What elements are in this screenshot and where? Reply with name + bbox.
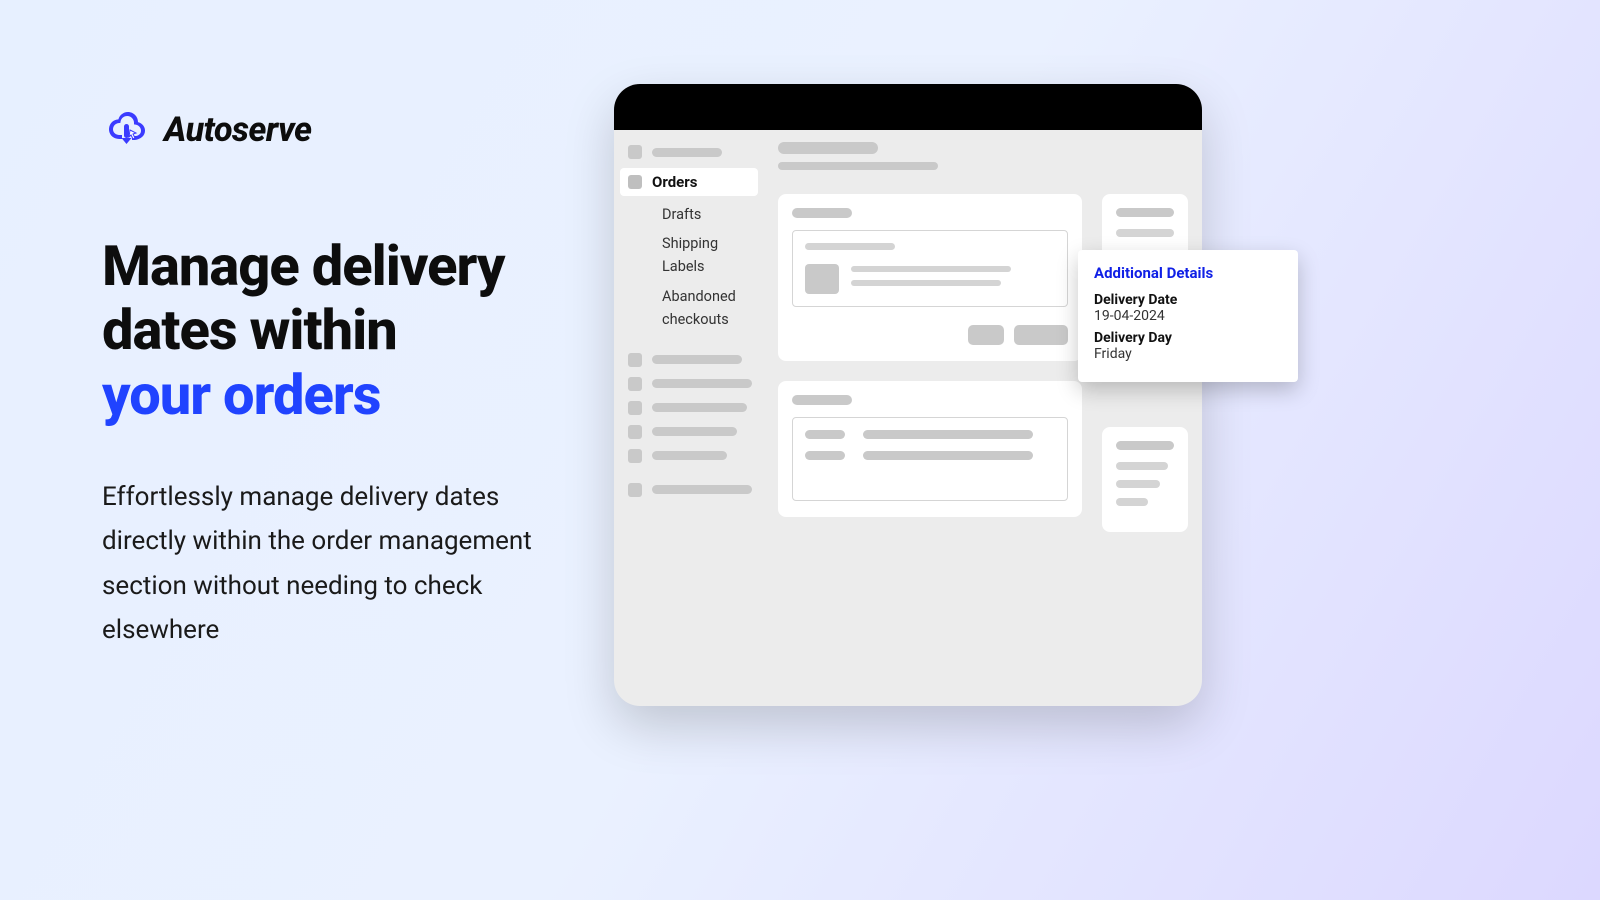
action-button-placeholder[interactable] <box>968 325 1004 345</box>
headline-line-1: Manage delivery <box>102 233 504 299</box>
order-details-card <box>778 194 1082 361</box>
placeholder-bar <box>805 451 845 460</box>
placeholder-bar <box>863 430 1033 439</box>
placeholder-bar <box>652 379 752 388</box>
sidebar-item-placeholder[interactable] <box>614 478 764 502</box>
line-item-box <box>792 230 1068 307</box>
headline-accent: your orders <box>102 362 380 428</box>
placeholder-bar <box>863 451 1033 460</box>
page-subtitle-placeholder <box>778 162 938 170</box>
placeholder-bar <box>652 148 722 157</box>
card-title-placeholder <box>1116 208 1174 217</box>
placeholder-bar <box>652 451 727 460</box>
placeholder-bar <box>851 266 1011 272</box>
placeholder-bar <box>1116 462 1168 470</box>
placeholder-bar <box>652 355 742 364</box>
nav-icon <box>628 377 642 391</box>
nav-icon <box>628 425 642 439</box>
main-content: Additional Details Delivery Date 19-04-2… <box>764 130 1202 706</box>
summary-box <box>792 417 1068 501</box>
marketing-column: Autoserve Manage delivery dates within y… <box>102 108 562 652</box>
card-actions <box>792 325 1068 345</box>
sidebar-orders-label: Orders <box>652 173 697 191</box>
sidebar-sub-abandoned-checkouts[interactable]: Abandoned checkouts <box>614 282 764 334</box>
sidebar-item-placeholder[interactable] <box>614 348 764 372</box>
placeholder-bar <box>652 427 737 436</box>
sidebar-item-placeholder[interactable] <box>614 372 764 396</box>
additional-details-popout: Additional Details Delivery Date 19-04-2… <box>1078 250 1298 382</box>
page-header <box>778 142 1188 170</box>
headline: Manage delivery dates within your orders <box>102 234 562 427</box>
subtext: Effortlessly manage delivery dates direc… <box>102 475 542 652</box>
nav-icon <box>628 483 642 497</box>
app-window: Orders Drafts Shipping Labels Abandoned … <box>614 84 1202 706</box>
placeholder-bar <box>652 485 752 494</box>
headline-line-2: dates within <box>102 297 397 363</box>
titlebar <box>614 84 1202 130</box>
nav-icon <box>628 145 642 159</box>
product-thumbnail <box>805 264 839 294</box>
placeholder-bar <box>851 280 1001 286</box>
delivery-date-label: Delivery Date <box>1094 292 1282 308</box>
placeholder-bar <box>1116 498 1148 506</box>
sidebar-sub-shipping-labels[interactable]: Shipping Labels <box>614 229 764 281</box>
brand: Autoserve <box>102 108 562 152</box>
delivery-date-value: 19-04-2024 <box>1094 308 1282 324</box>
card-title-placeholder <box>792 208 852 218</box>
cloud-tap-icon <box>102 108 150 152</box>
sidebar-item-placeholder[interactable] <box>614 420 764 444</box>
popout-title: Additional Details <box>1094 264 1282 282</box>
delivery-day-label: Delivery Day <box>1094 330 1282 346</box>
placeholder-bar <box>652 403 747 412</box>
sidebar-sub-drafts[interactable]: Drafts <box>614 200 764 229</box>
nav-icon <box>628 353 642 367</box>
placeholder-bar <box>1116 229 1174 237</box>
sidebar-item-orders[interactable]: Orders <box>620 168 758 196</box>
placeholder-bar <box>1116 480 1160 488</box>
sidebar: Orders Drafts Shipping Labels Abandoned … <box>614 130 764 706</box>
sidebar-item-placeholder[interactable] <box>614 140 764 164</box>
placeholder-bar <box>805 430 845 439</box>
brand-name: Autoserve <box>164 110 312 150</box>
delivery-day-value: Friday <box>1094 346 1282 362</box>
action-button-placeholder[interactable] <box>1014 325 1068 345</box>
page-title-placeholder <box>778 142 878 154</box>
card-title-placeholder <box>1116 441 1174 450</box>
placeholder-bar <box>805 243 895 250</box>
card-title-placeholder <box>792 395 852 405</box>
nav-icon <box>628 449 642 463</box>
order-summary-card <box>778 381 1082 517</box>
orders-icon <box>628 175 642 189</box>
sidebar-item-placeholder[interactable] <box>614 396 764 420</box>
sidebar-item-placeholder[interactable] <box>614 444 764 468</box>
nav-icon <box>628 401 642 415</box>
side-notes-card <box>1102 427 1188 532</box>
